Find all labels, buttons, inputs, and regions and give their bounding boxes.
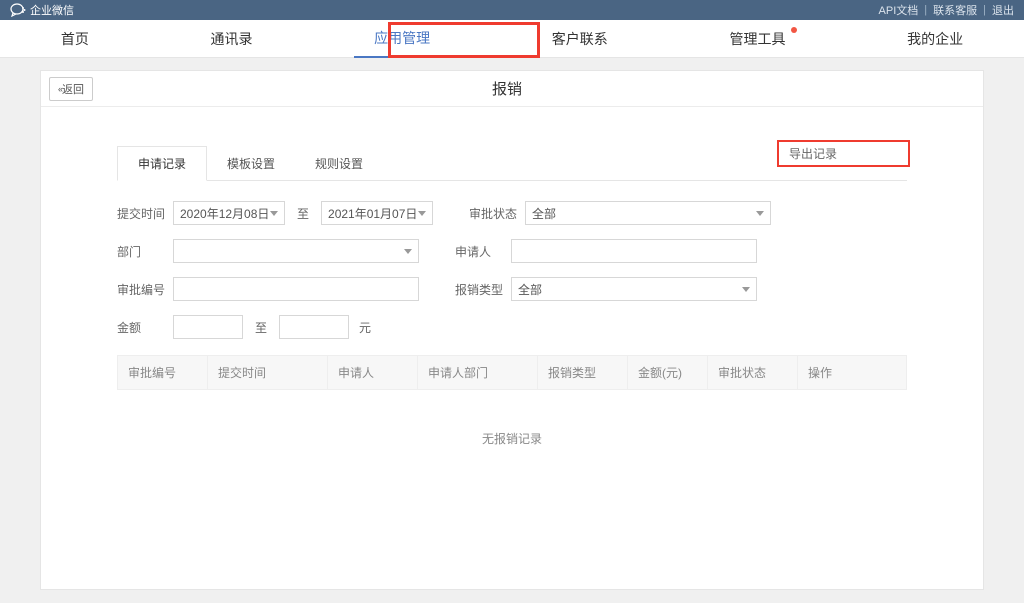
label-amount: 金额: [117, 319, 173, 336]
highlight-box-export: 导出记录: [777, 140, 910, 167]
dept-select[interactable]: [173, 239, 419, 263]
date-from-value: 2020年12月08日: [180, 205, 269, 222]
th-approval-no: 审批编号: [118, 356, 208, 389]
th-actions: 操作: [798, 356, 906, 389]
filter-form: 提交时间 2020年12月08日 至 2021年01月07日 审批状态 全部 部…: [41, 181, 983, 339]
date-to-value: 2021年01月07日: [328, 205, 417, 222]
tab-apply-records[interactable]: 申请记录: [117, 146, 207, 181]
separator: |: [983, 4, 986, 16]
approval-no-input[interactable]: [173, 277, 419, 301]
top-banner: 企业微信 API文档 | 联系客服 | 退出: [0, 0, 1024, 20]
wecom-logo-icon: [10, 3, 26, 17]
sub-tabs: 申请记录 模板设置 规则设置 导出记录: [117, 145, 907, 181]
th-amount: 金额(元): [628, 356, 708, 389]
nav-tools-label: 管理工具: [729, 31, 785, 47]
chevron-down-icon: [404, 249, 412, 254]
chevron-down-icon: [418, 211, 426, 216]
brand-text: 企业微信: [30, 2, 74, 18]
label-amount-unit: 元: [359, 319, 371, 336]
brand: 企业微信: [10, 2, 74, 18]
applicant-input[interactable]: [511, 239, 757, 263]
notification-dot-icon: [791, 27, 797, 33]
nav-apps[interactable]: 应用管理: [354, 20, 450, 58]
main-nav: 首页 通讯录 应用管理 客户联系 管理工具 我的企业: [0, 20, 1024, 58]
table-header: 审批编号 提交时间 申请人 申请人部门 报销类型 金额(元) 审批状态 操作: [117, 355, 907, 390]
nav-contacts[interactable]: 通讯录: [190, 21, 272, 57]
banner-links: API文档 | 联系客服 | 退出: [879, 2, 1014, 18]
tab-rule-settings[interactable]: 规则设置: [295, 147, 383, 180]
export-records-link[interactable]: 导出记录: [789, 145, 837, 162]
chevron-down-icon: [756, 211, 764, 216]
chevron-down-icon: [270, 211, 278, 216]
approval-status-value: 全部: [532, 205, 556, 222]
nav-my-company[interactable]: 我的企业: [887, 21, 983, 57]
date-from-select[interactable]: 2020年12月08日: [173, 201, 285, 225]
label-dept: 部门: [117, 243, 173, 260]
empty-state: 无报销记录: [117, 390, 907, 487]
label-amount-to: 至: [255, 319, 267, 336]
separator: |: [924, 4, 927, 16]
label-applicant: 申请人: [455, 243, 511, 260]
expense-type-select[interactable]: 全部: [511, 277, 757, 301]
chevron-down-icon: [742, 287, 750, 292]
nav-customers[interactable]: 客户联系: [532, 21, 628, 57]
nav-home[interactable]: 首页: [41, 21, 109, 57]
th-submit-time: 提交时间: [208, 356, 328, 389]
page-header: « 返回 报销: [41, 71, 983, 107]
th-approval-status: 审批状态: [708, 356, 798, 389]
th-applicant-dept: 申请人部门: [418, 356, 538, 389]
page-title: 报销: [31, 78, 983, 99]
api-docs-link[interactable]: API文档: [879, 2, 919, 18]
label-approval-no: 审批编号: [117, 281, 173, 298]
tab-template-settings[interactable]: 模板设置: [207, 147, 295, 180]
th-expense-type: 报销类型: [538, 356, 628, 389]
approval-status-select[interactable]: 全部: [525, 201, 771, 225]
logout-link[interactable]: 退出: [992, 2, 1014, 18]
amount-to-input[interactable]: [279, 315, 349, 339]
label-to: 至: [297, 205, 309, 222]
nav-tools[interactable]: 管理工具: [709, 21, 805, 57]
records-table: 审批编号 提交时间 申请人 申请人部门 报销类型 金额(元) 审批状态 操作 无…: [117, 355, 907, 487]
th-applicant: 申请人: [328, 356, 418, 389]
label-approval-status: 审批状态: [469, 205, 525, 222]
date-to-select[interactable]: 2021年01月07日: [321, 201, 433, 225]
label-expense-type: 报销类型: [455, 281, 511, 298]
expense-type-value: 全部: [518, 281, 542, 298]
contact-support-link[interactable]: 联系客服: [933, 2, 977, 18]
label-submit-time: 提交时间: [117, 205, 173, 222]
page-card: « 返回 报销 申请记录 模板设置 规则设置 导出记录 提交时间 2020年12…: [40, 70, 984, 590]
amount-from-input[interactable]: [173, 315, 243, 339]
